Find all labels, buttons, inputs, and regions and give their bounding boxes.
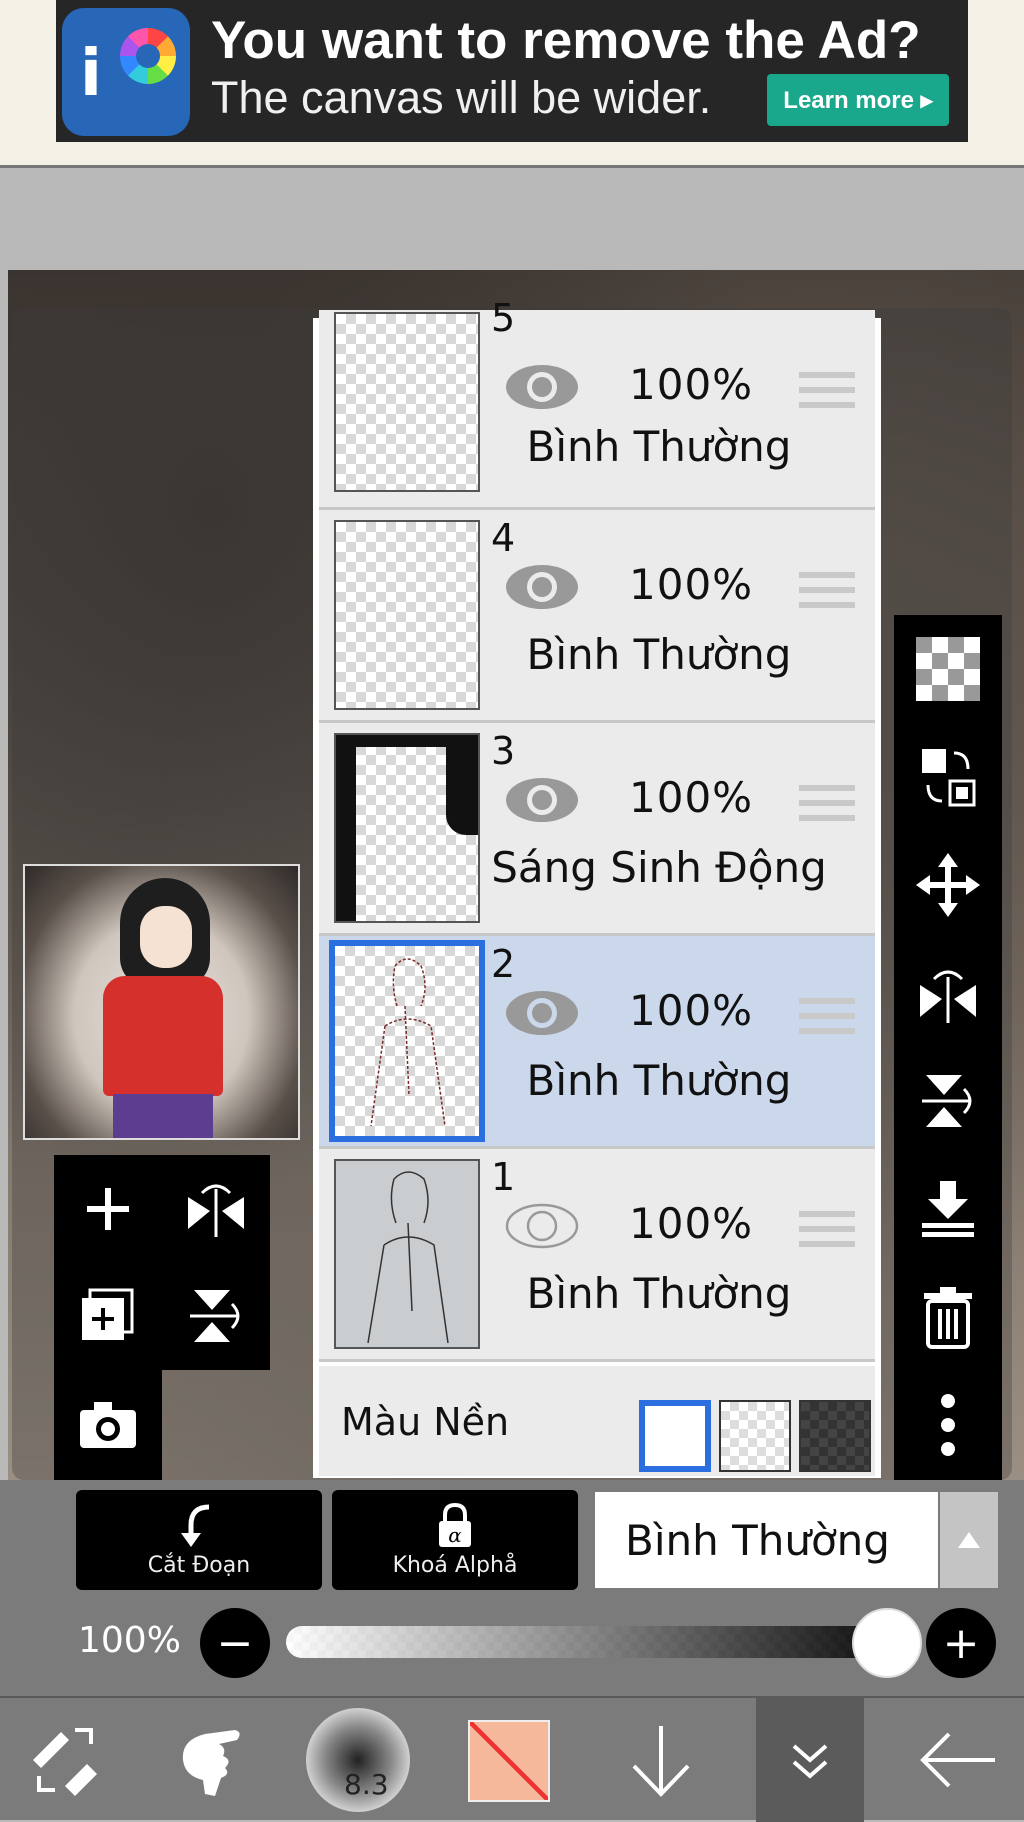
camera-tool-panel — [54, 1370, 162, 1480]
arrow-down-icon[interactable] — [606, 1698, 716, 1822]
back-arrow-icon[interactable] — [904, 1698, 1014, 1822]
svg-text:α: α — [448, 1523, 462, 1547]
layer-opacity: 100% — [629, 560, 754, 609]
layer-blend-mode: Bình Thường — [526, 1056, 792, 1105]
layer-blend-mode: Bình Thường — [526, 422, 792, 471]
more-icon[interactable] — [894, 1371, 1002, 1479]
layer-thumbnail — [334, 1159, 480, 1349]
background-color-label: Màu Nền — [341, 1400, 510, 1444]
blend-mode-select[interactable]: Bình Thường — [595, 1492, 938, 1588]
drag-handle-icon[interactable] — [799, 1211, 855, 1255]
alpha-lock-button[interactable]: α Khoá Alphå — [332, 1490, 578, 1590]
background-white-option[interactable] — [639, 1400, 711, 1472]
flip-horizontal-icon[interactable] — [894, 939, 1002, 1047]
brush-size-indicator[interactable]: 8.3 — [306, 1708, 410, 1812]
flip-vertical-icon[interactable] — [162, 1262, 270, 1369]
blend-mode-dropdown-icon[interactable] — [940, 1492, 998, 1588]
layer-properties-bar: Cắt Đoạn α Khoá Alphå Bình Thường 100% −… — [0, 1480, 1024, 1696]
opacity-slider-thumb[interactable] — [852, 1608, 922, 1678]
clipping-label: Cắt Đoạn — [147, 1552, 251, 1578]
duplicate-layer-icon[interactable] — [54, 1262, 162, 1369]
drag-handle-icon[interactable] — [799, 785, 855, 829]
ad-banner[interactable]: i You want to remove the Ad? The canvas … — [56, 0, 968, 142]
double-chevron-icon[interactable] — [756, 1698, 864, 1822]
eye-icon[interactable] — [504, 362, 580, 412]
merge-down-icon[interactable] — [894, 1155, 1002, 1263]
eye-icon[interactable] — [504, 562, 580, 612]
camera-icon[interactable] — [54, 1370, 162, 1480]
drag-handle-icon[interactable] — [799, 572, 855, 616]
layer-row-2[interactable]: 2 100% Bình Thường — [319, 936, 875, 1149]
eye-icon[interactable] — [504, 775, 580, 825]
brush-size-value: 8.3 — [344, 1768, 389, 1801]
eye-icon[interactable] — [504, 988, 580, 1038]
layer-opacity: 100% — [629, 986, 754, 1035]
eye-hidden-icon[interactable] — [504, 1201, 580, 1251]
ad-subtitle: The canvas will be wider. — [211, 72, 712, 123]
layer-thumbnail — [334, 733, 480, 923]
learn-more-button[interactable]: Learn more ▸ — [767, 74, 949, 126]
tool-switch-icon[interactable] — [10, 1698, 120, 1822]
layer-thumbnail — [334, 312, 480, 492]
layer-thumbnail — [329, 940, 485, 1142]
layer-number: 4 — [491, 516, 516, 560]
ibis-paint-logo-icon: i — [62, 8, 190, 136]
color-swatch[interactable] — [468, 1720, 550, 1802]
background-transparent-option[interactable] — [719, 1400, 791, 1472]
background-color-row: Màu Nền — [319, 1366, 875, 1476]
finger-icon[interactable] — [155, 1698, 265, 1822]
swap-icon[interactable] — [894, 723, 1002, 831]
layer-number: 5 — [491, 296, 516, 340]
drag-handle-icon[interactable] — [799, 998, 855, 1042]
delete-icon[interactable] — [894, 1263, 1002, 1371]
opacity-value-label: 100% — [78, 1620, 181, 1661]
transparency-icon[interactable] — [894, 615, 1002, 723]
layer-number: 3 — [491, 729, 516, 773]
layer-row-3[interactable]: 3 100% Sáng Sinh Động — [319, 723, 875, 936]
move-icon[interactable] — [894, 831, 1002, 939]
layer-tools-panel — [54, 1155, 270, 1370]
alpha-lock-label: Khoá Alphå — [392, 1552, 518, 1578]
layer-opacity: 100% — [629, 360, 754, 409]
canvas-preview — [23, 864, 300, 1140]
clipping-arrow-icon — [181, 1504, 210, 1547]
add-layer-icon[interactable] — [54, 1155, 162, 1262]
layer-row-1[interactable]: 1 100% Bình Thường — [319, 1149, 875, 1362]
opacity-increase-button[interactable]: + — [926, 1608, 996, 1678]
layer-row-5[interactable]: 5 100% Bình Thường — [319, 296, 875, 510]
opacity-decrease-button[interactable]: − — [200, 1608, 270, 1678]
clipping-button[interactable]: Cắt Đoạn — [76, 1490, 322, 1590]
bottom-toolbar: 8.3 — [0, 1696, 1024, 1822]
layer-opacity: 100% — [629, 773, 754, 822]
drag-handle-icon[interactable] — [799, 372, 855, 416]
layer-blend-mode: Bình Thường — [526, 1269, 792, 1318]
flip-vertical-icon[interactable] — [894, 1047, 1002, 1155]
layer-opacity: 100% — [629, 1199, 754, 1248]
ad-strip: i You want to remove the Ad? The canvas … — [0, 0, 1024, 168]
opacity-slider[interactable] — [286, 1626, 896, 1658]
background-dark-option[interactable] — [799, 1400, 871, 1472]
layers-panel: 5 100% Bình Thường 4 100% Bình Thường 3 … — [313, 296, 881, 1478]
layer-blend-mode: Bình Thường — [526, 630, 792, 679]
layer-thumbnail — [334, 520, 480, 710]
flip-horizontal-icon[interactable] — [162, 1155, 270, 1262]
lock-icon: α — [439, 1502, 471, 1547]
layer-blend-mode: Sáng Sinh Động — [491, 843, 827, 892]
ad-title: You want to remove the Ad? — [211, 11, 921, 70]
layer-row-4[interactable]: 4 100% Bình Thường — [319, 510, 875, 723]
layer-actions-panel — [894, 615, 1002, 1480]
layer-number: 1 — [491, 1155, 516, 1199]
layer-number: 2 — [491, 942, 516, 986]
